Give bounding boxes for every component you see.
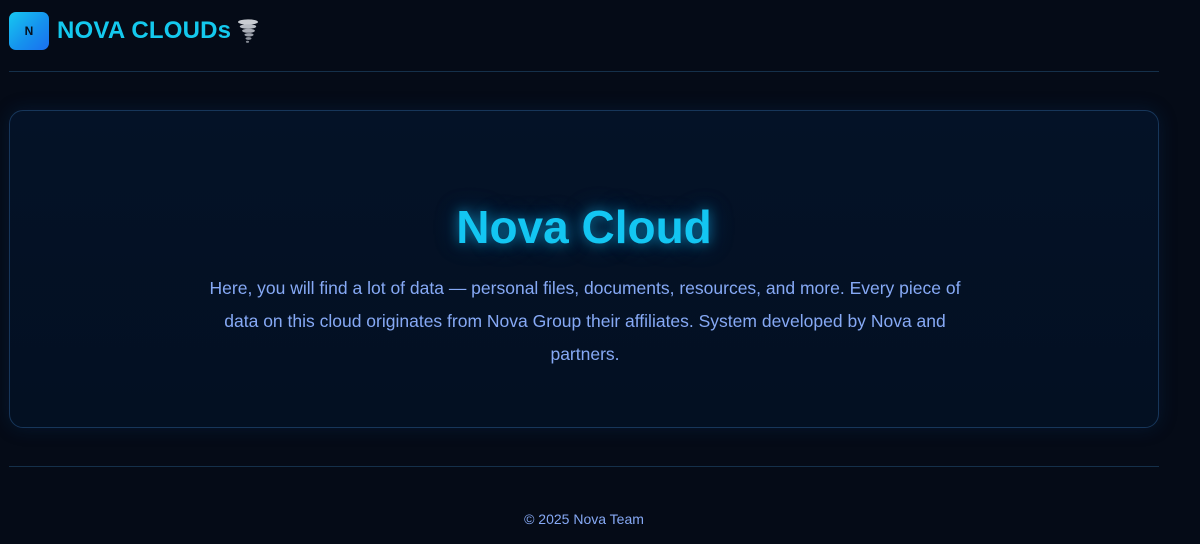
header-divider: [9, 71, 1159, 72]
brand-title[interactable]: NOVA CLOUDs: [57, 17, 259, 45]
logo-letter: N: [24, 24, 34, 38]
footer-copyright: © 2025 Nova Team: [524, 511, 644, 527]
brand-name: NOVA CLOUDs: [57, 17, 232, 44]
footer-divider: [9, 466, 1159, 467]
hero-description: Here, you will find a lot of data — pers…: [209, 278, 961, 364]
hero-card: Nova Cloud Here, you will find a lot of …: [9, 110, 1159, 428]
site-header: N NOVA CLOUDs: [9, 12, 259, 50]
page: N NOVA CLOUDs Nova Cloud Here, you will …: [0, 0, 1200, 544]
tornado-icon: [237, 18, 259, 44]
logo-badge[interactable]: N: [9, 12, 49, 50]
hero-title: Nova Cloud: [456, 201, 712, 253]
